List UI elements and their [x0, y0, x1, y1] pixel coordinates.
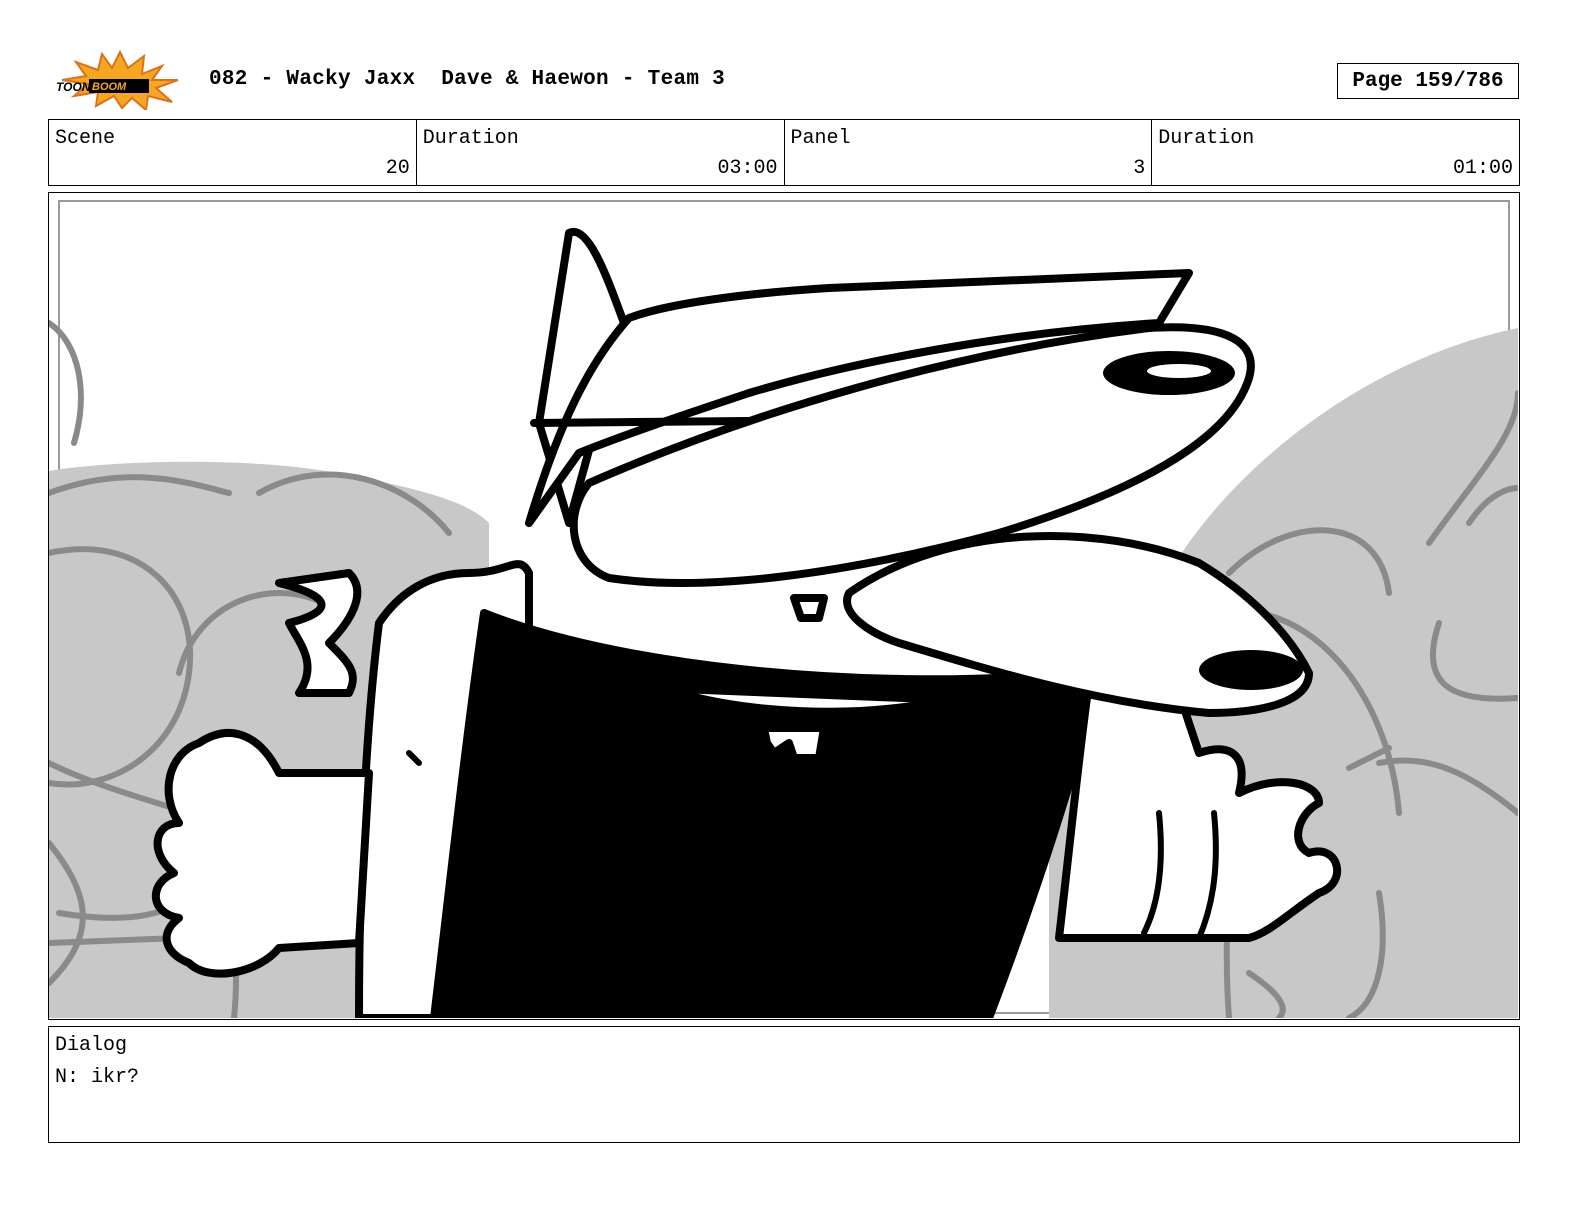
character-mole — [151, 227, 1341, 1018]
document-title: 082 - Wacky Jaxx Dave & Haewon - Team 3 — [209, 68, 726, 91]
svg-text:TOON: TOON — [56, 80, 91, 94]
character-tooth-upper — [790, 594, 828, 622]
dialog-box: Dialog N: ikr? — [48, 1026, 1520, 1143]
scene-duration-label: Duration — [422, 127, 519, 150]
character-left-arm — [151, 729, 373, 978]
panel-cell: Panel 3 — [785, 120, 1153, 185]
panel-duration-cell: Duration 01:00 — [1152, 120, 1519, 185]
scene-label: Scene — [55, 127, 116, 150]
dialog-text: N: ikr? — [55, 1066, 140, 1089]
scene-cell: Scene 20 — [49, 120, 417, 185]
page-indicator: Page 159/786 — [1337, 63, 1519, 99]
character-hat-band — [530, 417, 753, 427]
scene-value: 20 — [385, 157, 410, 180]
scene-duration-value: 03:00 — [717, 157, 778, 180]
panel-duration-label: Duration — [1158, 127, 1255, 150]
character-teeth-lower — [760, 724, 828, 762]
panel-label: Panel — [790, 127, 851, 150]
dialog-label: Dialog — [55, 1034, 128, 1057]
panel-duration-value: 01:00 — [1452, 157, 1513, 180]
panel-artwork — [49, 200, 1518, 1018]
toonboom-logo: TOON BOOM — [52, 49, 188, 112]
svg-text:BOOM: BOOM — [92, 81, 127, 93]
character-eye-highlight — [1147, 364, 1211, 378]
scene-info-row: Scene 20 Duration 03:00 Panel 3 Duration… — [48, 119, 1520, 186]
character-nose — [1199, 650, 1303, 690]
storyboard-panel — [48, 192, 1520, 1020]
panel-value: 3 — [1133, 157, 1146, 180]
scene-duration-cell: Duration 03:00 — [417, 120, 785, 185]
